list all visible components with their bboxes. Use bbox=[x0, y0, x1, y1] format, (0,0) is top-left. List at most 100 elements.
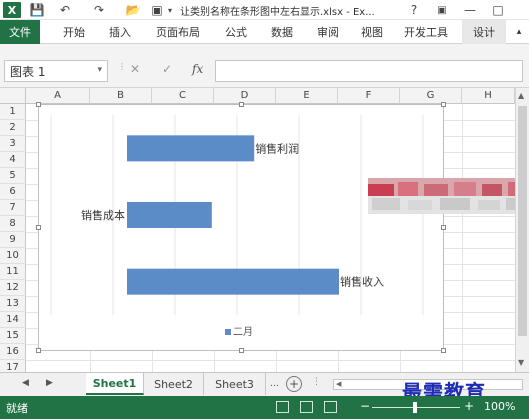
collapse-ribbon-icon[interactable]: ▴ bbox=[510, 20, 528, 44]
status-bar: 就绪 − + 100% bbox=[0, 396, 529, 419]
excel-window: X 💾 ↶ ↷ 📂 ▣ ▾ 让类别名称在条形图中左右显示.xlsx - Ex..… bbox=[0, 0, 529, 419]
print-preview-icon[interactable]: ▣ bbox=[148, 2, 166, 18]
column-header-c[interactable]: C bbox=[152, 88, 214, 104]
tab-design[interactable]: 设计 bbox=[462, 20, 506, 44]
enter-icon[interactable]: ✓ bbox=[162, 62, 172, 76]
resize-handle[interactable] bbox=[36, 348, 41, 353]
minimize-icon[interactable]: — bbox=[460, 2, 480, 18]
tab-developer[interactable]: 开发工具 bbox=[398, 20, 454, 44]
tab-home[interactable]: 开始 bbox=[54, 20, 94, 44]
resize-handle[interactable] bbox=[441, 225, 446, 230]
name-box-value: 图表 1 bbox=[10, 64, 46, 79]
row-header-8[interactable]: 8 bbox=[0, 216, 26, 232]
row-header-1[interactable]: 1 bbox=[0, 104, 26, 120]
row-header-7[interactable]: 7 bbox=[0, 200, 26, 216]
resize-handle[interactable] bbox=[441, 348, 446, 353]
blurred-region bbox=[368, 178, 529, 214]
zoom-out-button[interactable]: − bbox=[360, 399, 370, 413]
row-header-4[interactable]: 4 bbox=[0, 152, 26, 168]
row-header-10[interactable]: 10 bbox=[0, 248, 26, 264]
vertical-scrollbar[interactable]: ▲ ▼ bbox=[515, 88, 529, 372]
resize-handle[interactable] bbox=[441, 102, 446, 107]
more-sheets-icon[interactable]: … bbox=[270, 379, 279, 389]
name-box-dropdown-icon[interactable]: ▾ bbox=[97, 65, 102, 75]
tab-insert[interactable]: 插入 bbox=[100, 20, 140, 44]
status-ready: 就绪 bbox=[6, 402, 28, 415]
tab-file[interactable]: 文件 bbox=[0, 20, 40, 44]
page-layout-view-icon[interactable] bbox=[300, 401, 313, 413]
save-icon[interactable]: 💾 bbox=[28, 2, 46, 18]
row-header-11[interactable]: 11 bbox=[0, 264, 26, 280]
add-sheet-button[interactable]: + bbox=[286, 376, 302, 392]
resize-handle[interactable] bbox=[239, 102, 244, 107]
bar-1[interactable] bbox=[127, 268, 339, 295]
worksheet-grid[interactable]: A B C D E F G H 1 2 3 4 5 6 7 8 9 10 11 … bbox=[0, 88, 515, 372]
tab-data[interactable]: 数据 bbox=[262, 20, 302, 44]
sheet-prev-icon[interactable]: ◀ bbox=[22, 378, 29, 388]
column-header-d[interactable]: D bbox=[214, 88, 276, 104]
sheet-tab-sheet2[interactable]: Sheet2 bbox=[144, 373, 204, 395]
row-header-17[interactable]: 17 bbox=[0, 360, 26, 372]
resize-handle[interactable] bbox=[239, 348, 244, 353]
legend-label: 二月 bbox=[233, 326, 253, 338]
scrollbar-thumb[interactable] bbox=[518, 106, 527, 336]
insert-function-button[interactable]: fx bbox=[192, 62, 203, 76]
chart-plot-svg: 销售收入 销售成本 销售利润二月 bbox=[50, 115, 424, 338]
tab-page-layout[interactable]: 页面布局 bbox=[146, 20, 210, 44]
formula-input[interactable] bbox=[215, 60, 523, 82]
zoom-level[interactable]: 100% bbox=[484, 400, 515, 413]
column-header-e[interactable]: E bbox=[276, 88, 338, 104]
maximize-icon[interactable]: □ bbox=[488, 2, 508, 18]
column-header-b[interactable]: B bbox=[90, 88, 152, 104]
category-label: 销售利润 bbox=[255, 141, 299, 155]
row-header-5[interactable]: 5 bbox=[0, 168, 26, 184]
title-bar: X 💾 ↶ ↷ 📂 ▣ ▾ 让类别名称在条形图中左右显示.xlsx - Ex..… bbox=[0, 0, 529, 20]
redo-icon[interactable]: ↷ bbox=[90, 2, 108, 18]
row-header-9[interactable]: 9 bbox=[0, 232, 26, 248]
sheet-tab-sheet3[interactable]: Sheet3 bbox=[204, 373, 266, 395]
grid-line bbox=[26, 360, 515, 361]
zoom-in-button[interactable]: + bbox=[464, 399, 474, 413]
column-header-f[interactable]: F bbox=[338, 88, 400, 104]
select-all-corner[interactable] bbox=[0, 88, 26, 104]
excel-logo-icon: X bbox=[3, 2, 21, 18]
sheet-tab-sheet1[interactable]: Sheet1 bbox=[86, 373, 144, 395]
scroll-left-icon[interactable]: ◀ bbox=[336, 380, 341, 388]
row-header-3[interactable]: 3 bbox=[0, 136, 26, 152]
help-icon[interactable]: ? bbox=[404, 2, 424, 18]
name-box[interactable]: 图表 1 ▾ bbox=[4, 60, 108, 82]
row-header-14[interactable]: 14 bbox=[0, 312, 26, 328]
resize-handle[interactable] bbox=[36, 225, 41, 230]
formula-bar: 图表 1 ▾ ⋮ ✕ ✓ fx bbox=[0, 44, 529, 88]
zoom-slider-knob[interactable] bbox=[413, 402, 417, 413]
more-icon[interactable]: ▾ bbox=[166, 2, 174, 18]
row-header-6[interactable]: 6 bbox=[0, 184, 26, 200]
row-header-16[interactable]: 16 bbox=[0, 344, 26, 360]
bar-chart[interactable]: 销售收入 销售成本 销售利润二月 bbox=[36, 102, 446, 353]
page-break-view-icon[interactable] bbox=[324, 401, 337, 413]
grid-line bbox=[462, 104, 463, 372]
category-label: 销售收入 bbox=[340, 275, 384, 289]
row-header-2[interactable]: 2 bbox=[0, 120, 26, 136]
row-header-12[interactable]: 12 bbox=[0, 280, 26, 296]
tab-formulas[interactable]: 公式 bbox=[216, 20, 256, 44]
column-header-g[interactable]: G bbox=[400, 88, 462, 104]
scroll-up-icon[interactable]: ▲ bbox=[518, 91, 524, 100]
sheet-next-icon[interactable]: ▶ bbox=[46, 378, 53, 388]
tab-split-grip-icon[interactable]: ⋮ bbox=[312, 377, 321, 387]
scroll-down-icon[interactable]: ▼ bbox=[518, 358, 524, 367]
column-header-h[interactable]: H bbox=[462, 88, 515, 104]
open-icon[interactable]: 📂 bbox=[124, 2, 142, 18]
row-header-13[interactable]: 13 bbox=[0, 296, 26, 312]
category-label: 销售成本 bbox=[81, 208, 125, 222]
tab-review[interactable]: 审阅 bbox=[308, 20, 348, 44]
bar-2[interactable] bbox=[127, 202, 212, 228]
bar-3[interactable] bbox=[127, 135, 255, 162]
tab-view[interactable]: 视图 bbox=[352, 20, 392, 44]
undo-icon[interactable]: ↶ bbox=[56, 2, 74, 18]
ribbon-display-icon[interactable]: ▣ bbox=[432, 2, 452, 18]
cancel-icon[interactable]: ✕ bbox=[130, 62, 140, 76]
normal-view-icon[interactable] bbox=[276, 401, 289, 413]
resize-handle[interactable] bbox=[36, 102, 41, 107]
row-header-15[interactable]: 15 bbox=[0, 328, 26, 344]
